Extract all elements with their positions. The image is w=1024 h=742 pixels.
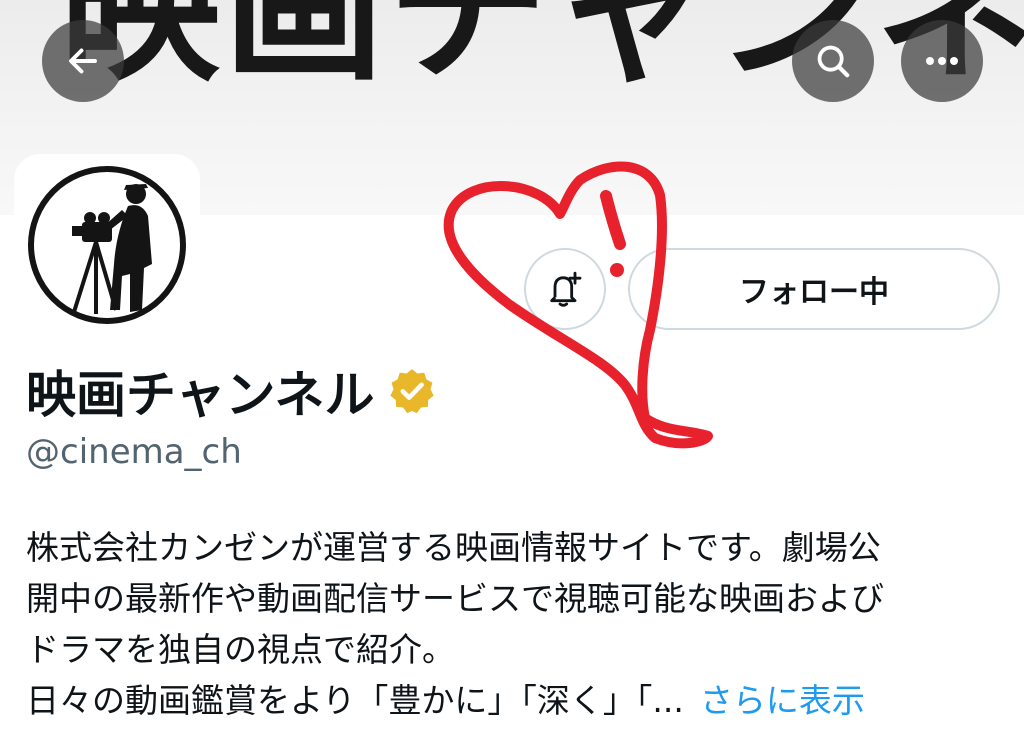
profile-page: 映画チャンネル [0, 0, 1024, 742]
banner-title: 映画チャンネル [60, 0, 1024, 103]
show-more-link[interactable]: さらに表示 [700, 681, 865, 720]
bell-plus-icon [550, 271, 582, 307]
following-button[interactable]: フォロー中 [628, 248, 1000, 330]
bio-line: ドラマを独自の視点で紹介。 [26, 630, 455, 669]
bio-last-line: 日々の動画鑑賞をより「豊かに」「深く」「... さらに表示 [26, 675, 1001, 726]
bio-line: 開中の最新作や動画配信サービスで視聴可能な映画および [26, 579, 884, 618]
notification-bell-button[interactable] [524, 248, 606, 330]
camera-operator-logo [28, 166, 186, 324]
search-button[interactable] [792, 20, 874, 102]
more-options-button[interactable] [901, 20, 983, 102]
back-button[interactable] [42, 20, 124, 102]
display-name: 映画チャンネル [26, 366, 375, 424]
avatar[interactable] [14, 154, 200, 336]
more-dots-icon [926, 57, 958, 65]
bio-line-text: 日々の動画鑑賞をより「豊かに」「深く」「... [26, 681, 684, 720]
arrow-left-icon [69, 48, 97, 74]
user-handle: @cinema_ch [26, 432, 242, 472]
verified-badge-icon[interactable] [387, 366, 437, 416]
bio-line: 株式会社カンゼンが運営する映画情報サイトです。劇場公 [26, 528, 881, 567]
profile-bio: 株式会社カンゼンが運営する映画情報サイトです。劇場公 開中の最新作や動画配信サー… [26, 522, 1001, 726]
name-row: 映画チャンネル [26, 356, 437, 426]
search-icon [817, 45, 850, 78]
